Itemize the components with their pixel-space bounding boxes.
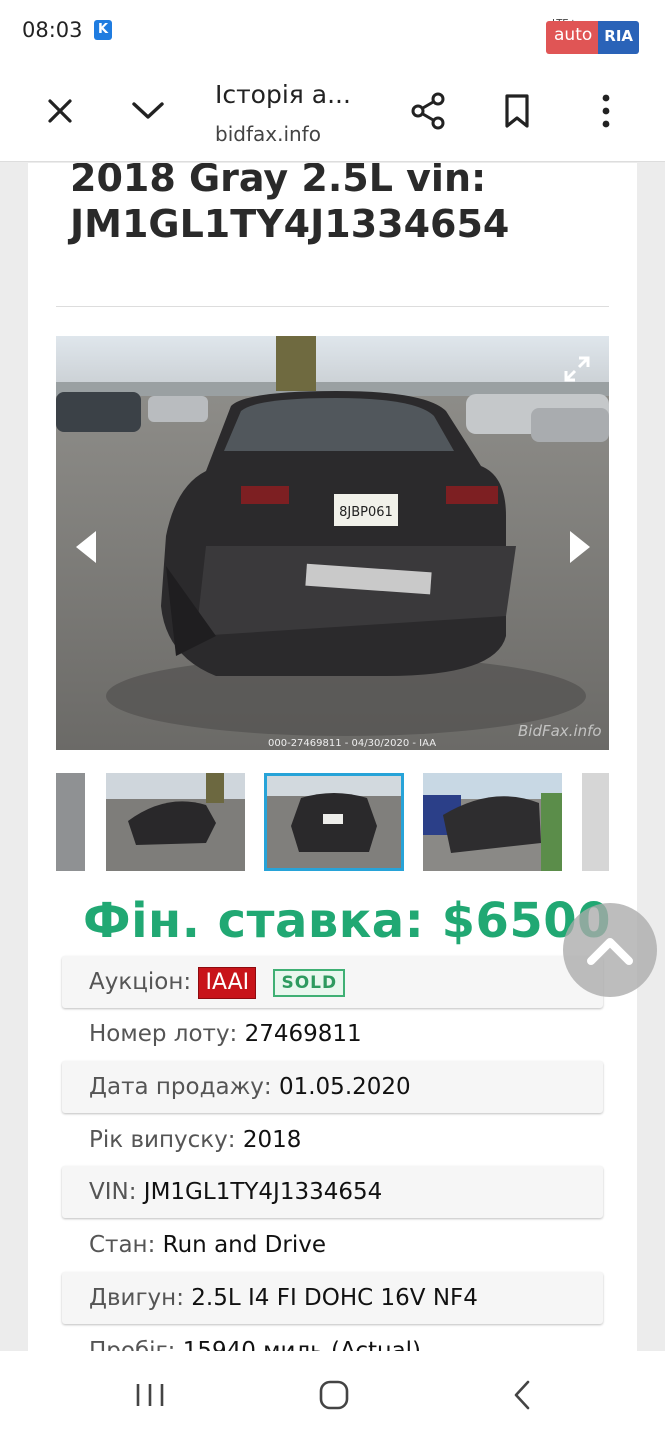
row-value: 2018 [242, 1127, 302, 1153]
final-bid: Фін. ставка: $6500 [83, 893, 612, 949]
row-label: Пробіг: [89, 1338, 176, 1351]
info-row-lot: Номер лоту: 27469811 [62, 1008, 603, 1060]
svg-text:8JBP061: 8JBP061 [339, 505, 393, 520]
row-label: Аукціон: [89, 969, 192, 995]
row-value: Run and Drive [162, 1232, 326, 1258]
thumbnail[interactable] [582, 773, 609, 871]
row-value: 01.05.2020 [278, 1074, 411, 1100]
row-value: 27469811 [244, 1021, 362, 1047]
divider [56, 306, 609, 307]
row-label: Дата продажу: [89, 1074, 272, 1100]
row-label: Рік випуску: [89, 1127, 236, 1153]
row-label: Двигун: [89, 1285, 184, 1311]
thumbnail-active[interactable] [264, 773, 404, 871]
row-value: 2.5L I4 FI DOHC 16V NF4 [191, 1285, 478, 1311]
info-row-auction: Аукціон: IAAI SOLD [62, 956, 603, 1008]
watermark: BidFax.info [518, 722, 602, 740]
row-value: 15940 миль (Actual) [182, 1338, 422, 1351]
chevron-up-icon [587, 938, 633, 965]
notification-app-icon: K [94, 20, 112, 40]
close-icon[interactable] [40, 91, 80, 131]
info-row-year: Рік випуску: 2018 [62, 1114, 603, 1166]
thumbnail[interactable] [106, 773, 245, 871]
car-photo-image: 8JBP061 000-27469811 - 04/30/2020 - IAA … [56, 336, 609, 750]
thumbnail[interactable] [423, 773, 562, 871]
status-bar: 08:03 K LTE+ auto RIA [0, 0, 665, 62]
system-navigation-bar [0, 1351, 665, 1440]
auction-badge: IAAI [198, 966, 257, 999]
share-icon[interactable] [408, 91, 448, 131]
info-row-engine: Двигун: 2.5L I4 FI DOHC 16V NF4 [62, 1272, 603, 1324]
page-url: bidfax.info [215, 122, 321, 146]
row-label: Стан: [89, 1232, 156, 1258]
scroll-to-top-button[interactable] [563, 903, 657, 997]
info-row-mileage: Пробіг: 15940 миль (Actual) [62, 1325, 603, 1351]
recent-apps-icon[interactable] [130, 1375, 170, 1415]
web-page: 2018 Gray 2.5L vin: JM1GL1TY4J1334654 8J… [0, 163, 665, 1351]
main-car-photo[interactable]: 8JBP061 000-27469811 - 04/30/2020 - IAA … [56, 336, 609, 750]
info-row-vin: VIN: JM1GL1TY4J1334654 [62, 1166, 603, 1218]
listing-title: 2018 Gray 2.5L vin: JM1GL1TY4J1334654 [70, 163, 510, 246]
next-photo-icon[interactable] [566, 529, 594, 565]
row-value: JM1GL1TY4J1334654 [143, 1179, 383, 1205]
autoria-logo: auto RIA [546, 21, 640, 54]
more-vert-icon[interactable] [586, 91, 626, 131]
chevron-down-icon[interactable] [128, 91, 168, 131]
back-icon[interactable] [502, 1375, 542, 1415]
row-label: Номер лоту: [89, 1021, 238, 1047]
home-icon[interactable] [314, 1375, 354, 1415]
browser-toolbar: Історія а... bidfax.info [0, 62, 665, 162]
listing-card: 2018 Gray 2.5L vin: JM1GL1TY4J1334654 8J… [28, 163, 637, 1351]
thumbnail[interactable] [56, 773, 85, 871]
page-title: Історія а... [215, 80, 351, 109]
fullscreen-icon[interactable] [562, 354, 592, 384]
thumbnail-strip [56, 771, 609, 873]
info-row-sale-date: Дата продажу: 01.05.2020 [62, 1061, 603, 1113]
sold-badge: SOLD [273, 968, 346, 997]
info-row-condition: Стан: Run and Drive [62, 1219, 603, 1271]
photo-caption: 000-27469811 - 04/30/2020 - IAA [268, 738, 436, 749]
row-label: VIN: [89, 1179, 137, 1205]
bookmark-icon[interactable] [497, 91, 537, 131]
status-time: 08:03 [22, 18, 83, 42]
previous-photo-icon[interactable] [72, 529, 100, 565]
